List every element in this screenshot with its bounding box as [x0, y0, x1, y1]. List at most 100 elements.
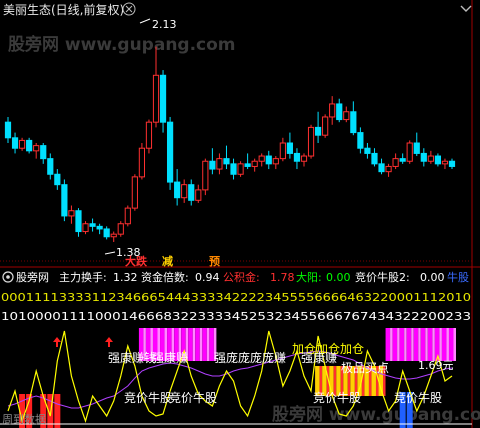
candle-down	[188, 184, 195, 201]
indicator-suffix: 牛股	[447, 270, 469, 284]
magenta-bar-stripe	[397, 328, 400, 361]
magenta-bar	[441, 328, 447, 361]
gear-icon[interactable]	[2, 271, 14, 283]
candle-down	[314, 126, 322, 136]
candle-down	[336, 103, 343, 121]
candle-down	[420, 152, 427, 162]
candle-down	[4, 121, 12, 139]
candle-up	[138, 147, 146, 178]
magenta-bar	[427, 328, 433, 361]
candle-up	[145, 121, 153, 149]
field-value-main-turnover: 1.32	[113, 271, 138, 284]
candle-down	[350, 111, 357, 134]
candle-down	[75, 210, 82, 233]
high-annotation-line	[139, 18, 151, 24]
label-auction-bull-2: 竞价牛股	[169, 390, 217, 405]
candle-down	[378, 163, 385, 173]
high-price-label: 2.13	[152, 18, 177, 31]
candle-up	[131, 176, 138, 209]
candle-down	[209, 160, 216, 170]
signal-tag-warn: 预	[209, 254, 220, 268]
chart-stage: 美丽生态(日线,前复权) 股旁网 www.gupang.com 股旁网 www.…	[0, 0, 480, 428]
candle-up	[385, 165, 392, 173]
magenta-bar	[385, 328, 391, 361]
candle-down	[11, 137, 19, 149]
label-auction-bull-3: 竞价牛股	[313, 390, 361, 405]
candle-down	[399, 158, 406, 162]
candle-up	[322, 116, 329, 136]
field-label-reserve: 公积金:	[223, 270, 260, 284]
candle-down	[244, 163, 251, 167]
candle-down	[434, 155, 442, 165]
candle-up	[18, 139, 26, 149]
candle-up	[441, 160, 449, 165]
magenta-bar	[434, 328, 440, 361]
magenta-bar-stripe	[453, 328, 456, 361]
candle-down	[413, 142, 420, 154]
magenta-bar	[202, 328, 207, 361]
magenta-bar-stripe	[425, 328, 428, 361]
candle-up	[82, 223, 89, 233]
watermark-bottom: 股旁网 www.gupang.com	[272, 404, 480, 425]
chevron-down-icon[interactable]	[460, 5, 472, 12]
candle-up	[300, 155, 308, 162]
magenta-bar-stripe	[192, 328, 196, 361]
field-value-auction-bull2: 0.00	[420, 271, 445, 284]
candle-up	[279, 142, 286, 160]
field-label-main-turnover: 主力换手:	[59, 270, 107, 284]
candle-up	[117, 223, 124, 235]
red-bar	[54, 394, 61, 428]
candle-down	[40, 145, 47, 160]
signal-tag-big-drop: 大跌	[125, 254, 148, 268]
magenta-bar-stripe	[199, 328, 203, 361]
magenta-bar-stripe	[418, 328, 421, 361]
arrow-up-marker	[105, 337, 113, 347]
label-strong-4: 强康赚	[301, 350, 337, 365]
candle-up	[33, 145, 40, 152]
candle-up	[406, 142, 413, 162]
candle-down	[357, 132, 364, 149]
candle-up	[427, 155, 434, 162]
candle-up	[258, 155, 265, 162]
label-footer-data: 周到数据	[2, 412, 46, 426]
magenta-bar	[399, 328, 405, 361]
digit-row-1: 0001111333311234666544433334222234555566…	[1, 291, 471, 304]
low-annotation-line	[104, 251, 116, 255]
candle-down	[54, 173, 61, 186]
indicator-series	[0, 328, 472, 428]
candle-down	[174, 181, 181, 199]
candle-up	[152, 74, 160, 123]
label-best-buy-point: 极品买点	[341, 361, 389, 375]
candle-up	[68, 210, 75, 217]
field-label-auction-bull2: 竞价牛股2:	[355, 270, 410, 284]
magenta-bar-stripe	[390, 328, 393, 361]
close-icon[interactable]	[122, 2, 136, 16]
signal-tag-reduce: 减	[162, 254, 173, 268]
candle-down	[230, 163, 237, 175]
label-auction-bull-1: 竞价牛股	[124, 390, 172, 405]
candle-down	[448, 160, 456, 167]
candle-down	[26, 139, 33, 152]
magenta-bar	[406, 328, 412, 361]
magenta-bar	[188, 328, 193, 361]
magenta-bar	[420, 328, 426, 361]
chart-title: 美丽生态(日线,前复权)	[3, 2, 124, 17]
candle-up	[110, 233, 117, 238]
watermark-top: 股旁网 www.gupang.com	[8, 34, 236, 55]
candle-up	[329, 103, 336, 118]
candle-down	[159, 74, 167, 123]
candle-up	[202, 160, 209, 191]
magenta-bar	[195, 328, 200, 361]
candle-down	[103, 228, 110, 238]
magenta-bar-stripe	[446, 328, 449, 361]
candle-up	[124, 207, 131, 225]
field-label-big-yang: 大阳:	[296, 270, 322, 284]
candle-up	[307, 126, 315, 157]
arrow-up-marker	[53, 337, 61, 347]
candle-down	[47, 158, 54, 175]
candle-down	[286, 142, 294, 154]
label-strong-2: 强康赚	[152, 350, 188, 365]
candle-up	[237, 163, 244, 175]
field-value-big-yang: 0.00	[326, 271, 351, 284]
label-strong-3: 强庞庞庞庞赚	[214, 350, 286, 365]
